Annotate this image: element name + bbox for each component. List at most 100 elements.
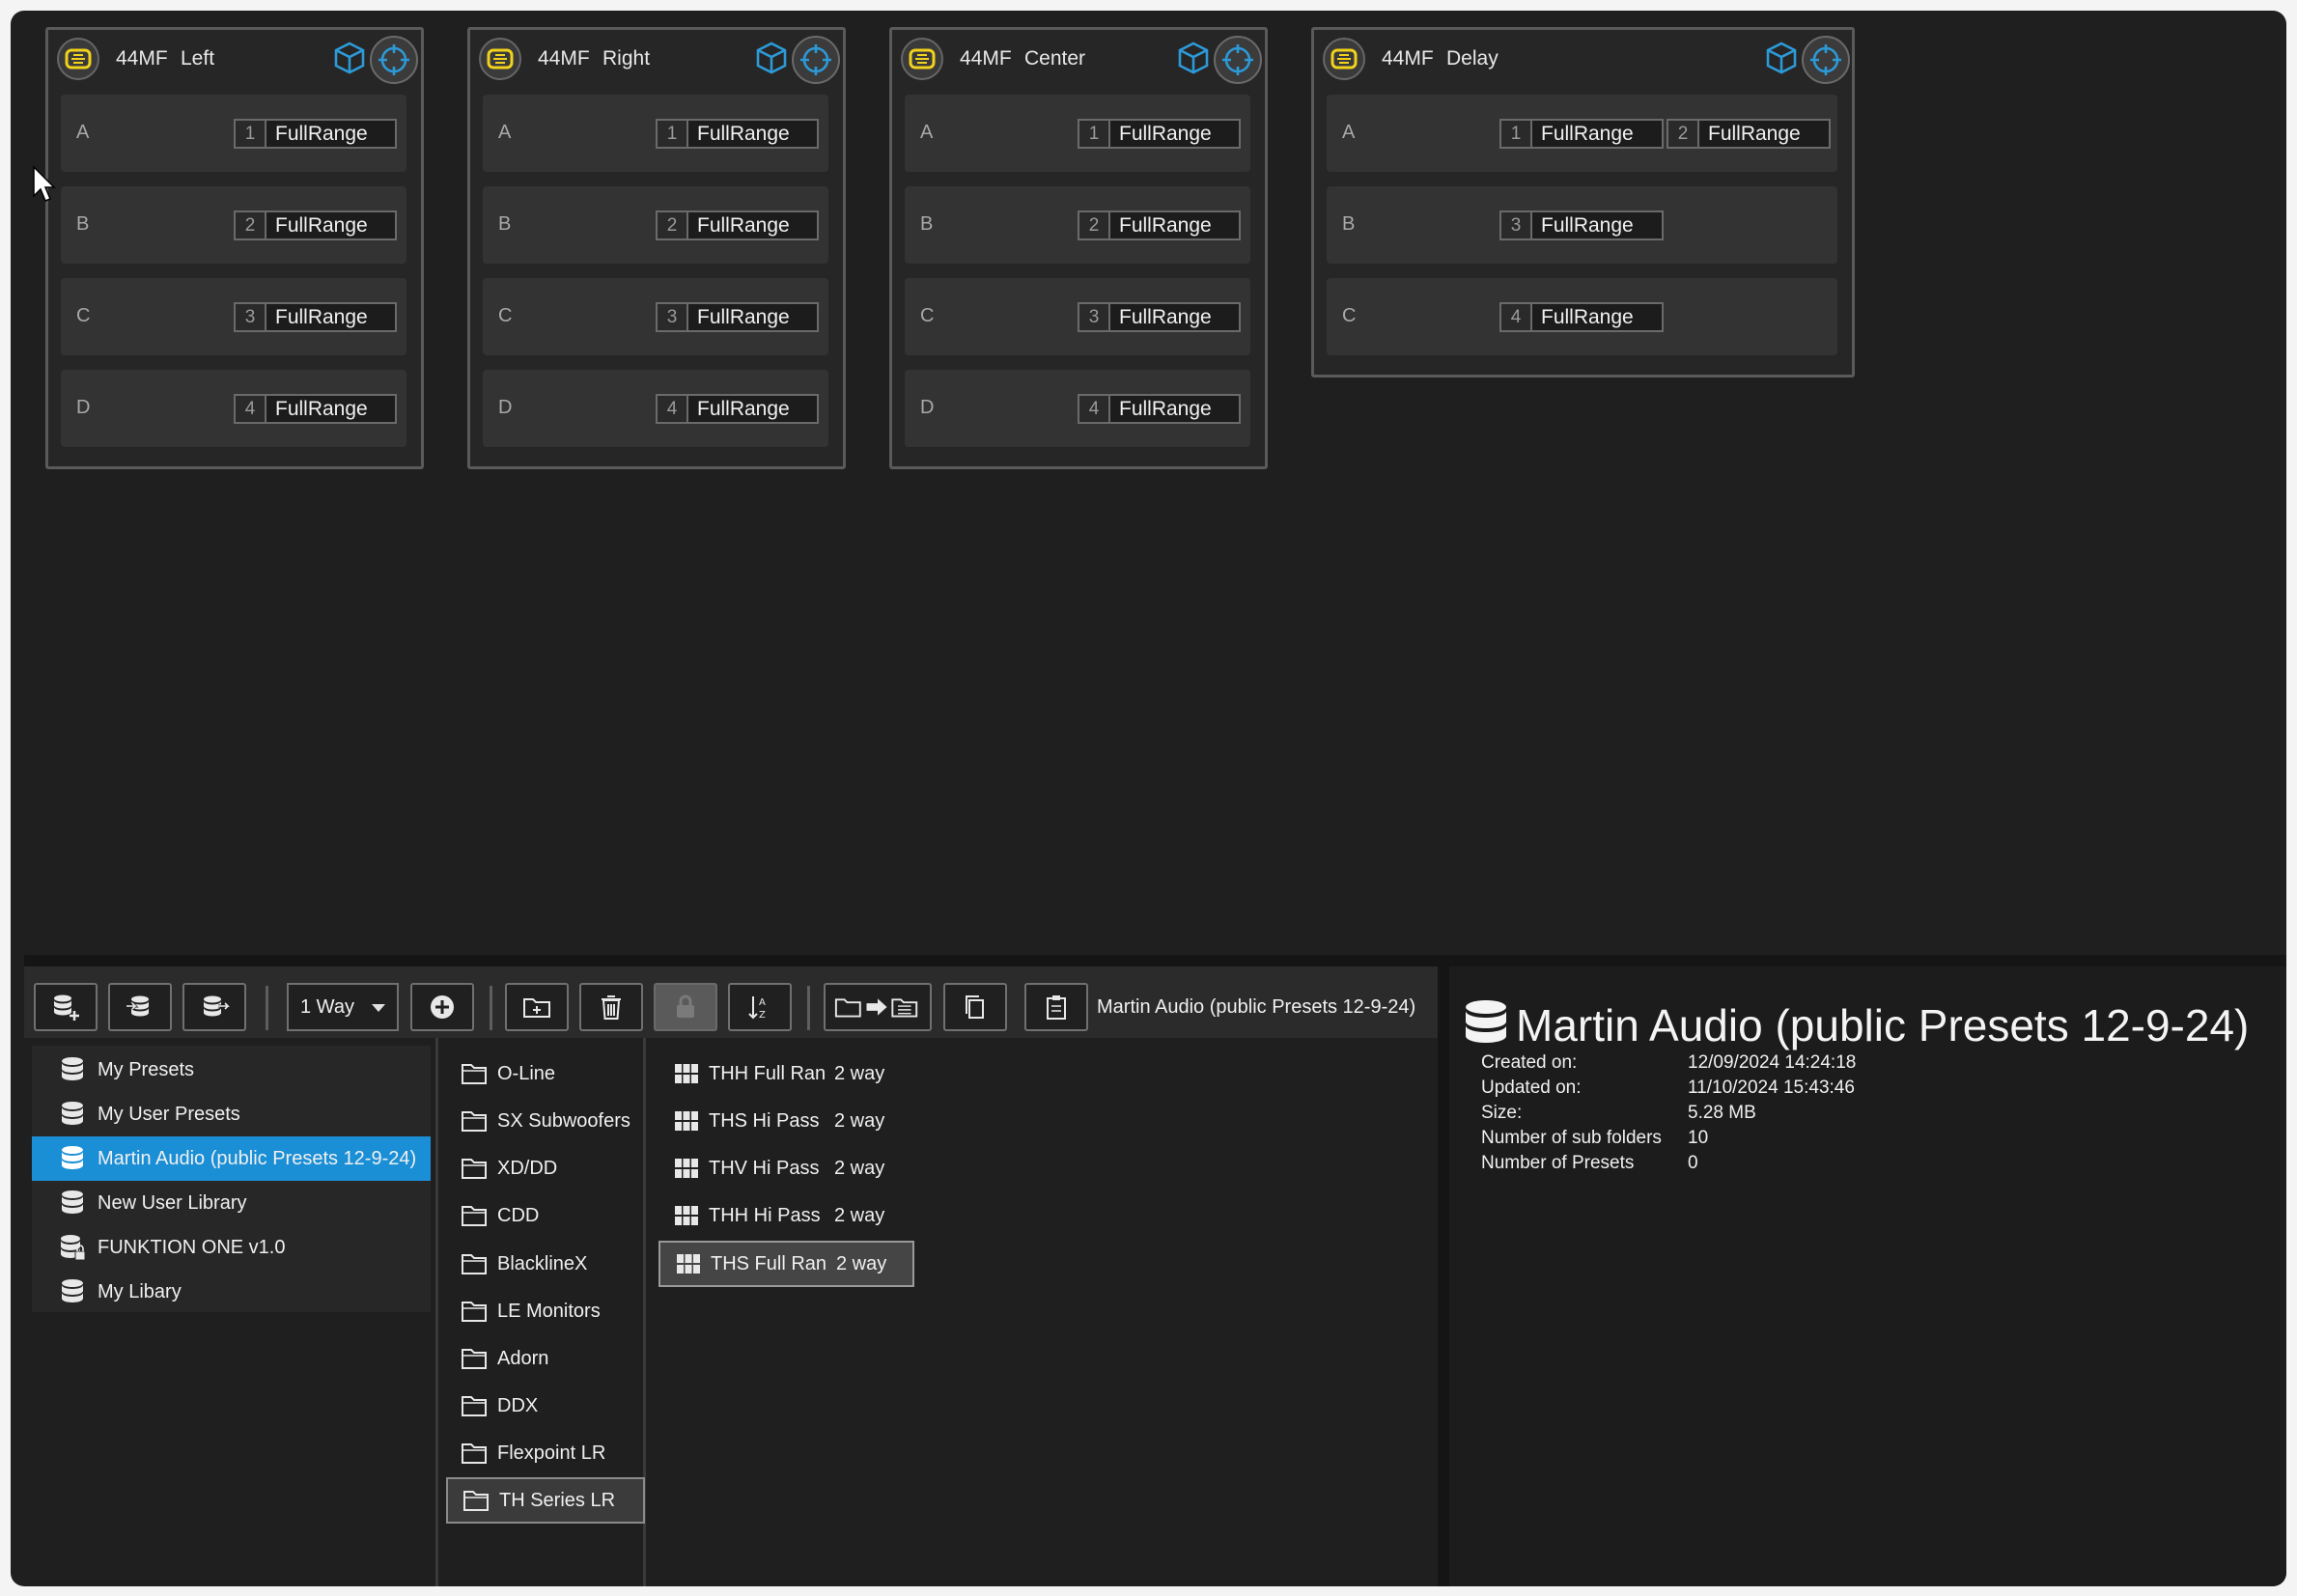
library-item[interactable]: My User Presets xyxy=(32,1092,431,1136)
amp-card-center[interactable]: 44MF Center A 1 FullRange B 2 FullRange … xyxy=(889,27,1268,469)
preset-item[interactable]: THH Full Ran 2 way xyxy=(658,1050,914,1097)
cube-icon[interactable] xyxy=(331,40,368,76)
folder-item[interactable]: XD/DD xyxy=(446,1145,645,1191)
preset-item[interactable]: THV Hi Pass 2 way xyxy=(658,1145,914,1191)
channel-row[interactable]: C 3 FullRange xyxy=(483,278,828,355)
library-item[interactable]: My Libary xyxy=(32,1270,431,1314)
channel-row[interactable]: A 1 FullRange xyxy=(905,95,1250,172)
channel-letter: A xyxy=(920,122,934,143)
locate-icon[interactable] xyxy=(792,36,840,84)
output-number: 3 xyxy=(658,304,688,330)
output-label: FullRange xyxy=(275,305,368,328)
new-folder-button[interactable] xyxy=(505,983,569,1031)
channel-row[interactable]: D 4 FullRange xyxy=(61,370,406,447)
channel-row[interactable]: C 3 FullRange xyxy=(905,278,1250,355)
output-slot[interactable]: 4 FullRange xyxy=(656,394,819,424)
output-slot[interactable]: 2 FullRange xyxy=(1078,210,1241,240)
channel-row[interactable]: C 3 FullRange xyxy=(61,278,406,355)
add-library-button[interactable] xyxy=(34,983,98,1031)
new-preset-button[interactable] xyxy=(410,983,474,1031)
preset-item-selected[interactable]: THS Full Ran 2 way xyxy=(658,1241,914,1287)
folder-item[interactable]: Flexpoint LR xyxy=(446,1430,645,1476)
folder-item[interactable]: DDX xyxy=(446,1383,645,1429)
output-number: 2 xyxy=(1079,212,1110,238)
column-divider[interactable] xyxy=(435,1038,438,1586)
channel-letter: B xyxy=(920,213,934,235)
amp-name: Right xyxy=(602,47,651,70)
preset-ways: 2 way xyxy=(836,1252,887,1274)
folder-label: CDD xyxy=(497,1204,540,1226)
amp-card-right[interactable]: 44MF Right A 1 FullRange B 2 FullRange C xyxy=(467,27,846,469)
output-slot[interactable]: 2 FullRange xyxy=(234,210,397,240)
way-count-select[interactable]: 1 Way xyxy=(287,983,399,1031)
output-slot[interactable]: 1 FullRange xyxy=(1078,119,1241,149)
output-slot[interactable]: 4 FullRange xyxy=(1078,394,1241,424)
output-slot[interactable]: 2 FullRange xyxy=(656,210,819,240)
preset-item[interactable]: THH Hi Pass 2 way xyxy=(658,1192,914,1239)
output-slot[interactable]: 1 FullRange xyxy=(656,119,819,149)
channel-row[interactable]: A 1 FullRange 2 FullRange xyxy=(1327,95,1837,172)
library-item-selected[interactable]: Martin Audio (public Presets 12-9-24) xyxy=(32,1136,431,1181)
channel-row[interactable]: A 1 FullRange xyxy=(483,95,828,172)
folder-label: Adorn xyxy=(497,1347,549,1369)
folder-label: Flexpoint LR xyxy=(497,1442,606,1464)
cube-icon[interactable] xyxy=(1175,40,1212,76)
folder-item[interactable]: O-Line xyxy=(446,1050,645,1097)
cube-icon[interactable] xyxy=(1763,40,1800,76)
channel-row[interactable]: B 2 FullRange xyxy=(905,186,1250,264)
folder-item[interactable]: LE Monitors xyxy=(446,1288,645,1334)
library-item[interactable]: FUNKTION ONE v1.0 xyxy=(32,1225,431,1270)
channel-row[interactable]: A 1 FullRange xyxy=(61,95,406,172)
channel-row[interactable]: D 4 FullRange xyxy=(483,370,828,447)
amp-card-left[interactable]: 44MF Left A 1 FullRange B 2 FullRange C … xyxy=(45,27,424,469)
library-item[interactable]: My Presets xyxy=(32,1048,431,1092)
channel-row[interactable]: D 4 FullRange xyxy=(905,370,1250,447)
channel-row[interactable]: C 4 FullRange xyxy=(1327,278,1837,355)
panel-splitter[interactable] xyxy=(24,955,2286,966)
amp-card-delay[interactable]: 44MF Delay A 1 FullRange 2 FullRange B 3… xyxy=(1311,27,1855,378)
locate-icon[interactable] xyxy=(1802,36,1850,84)
folder-item[interactable]: BlacklineX xyxy=(446,1241,645,1287)
folder-item[interactable]: Adorn xyxy=(446,1335,645,1382)
paste-button[interactable] xyxy=(1024,983,1088,1031)
mouse-cursor-icon xyxy=(33,165,56,202)
move-to-folder-button[interactable] xyxy=(824,983,932,1031)
locate-icon[interactable] xyxy=(370,36,418,84)
channel-letter: A xyxy=(1342,122,1356,143)
folder-item[interactable]: SX Subwoofers xyxy=(446,1098,645,1144)
output-slot[interactable]: 3 FullRange xyxy=(1078,302,1241,332)
lock-button[interactable] xyxy=(654,983,717,1031)
cube-icon[interactable] xyxy=(753,40,790,76)
output-label: FullRange xyxy=(1541,305,1634,328)
folder-item[interactable]: CDD xyxy=(446,1192,645,1239)
export-library-button[interactable] xyxy=(182,983,246,1031)
current-path: Martin Audio (public Presets 12-9-24) xyxy=(1097,996,1416,1018)
channel-row[interactable]: B 2 FullRange xyxy=(483,186,828,264)
output-slot[interactable]: 1 FullRange xyxy=(234,119,397,149)
output-slot[interactable]: 2 FullRange xyxy=(1667,119,1831,149)
output-slot[interactable]: 4 FullRange xyxy=(234,394,397,424)
locate-icon[interactable] xyxy=(1214,36,1262,84)
delete-button[interactable] xyxy=(579,983,643,1031)
import-library-button[interactable] xyxy=(108,983,172,1031)
output-slot[interactable]: 3 FullRange xyxy=(656,302,819,332)
trash-icon xyxy=(602,995,621,1020)
channel-row[interactable]: B 2 FullRange xyxy=(61,186,406,264)
output-number: 4 xyxy=(1079,396,1110,422)
output-slot[interactable]: 1 FullRange xyxy=(1499,119,1664,149)
channel-letter: D xyxy=(76,397,91,418)
svg-text:Z: Z xyxy=(759,1010,766,1021)
library-item[interactable]: New User Library xyxy=(32,1181,431,1225)
lock-icon xyxy=(677,994,694,1018)
folder-item-selected[interactable]: TH Series LR xyxy=(446,1477,645,1524)
amp-logo-icon xyxy=(479,38,521,80)
copy-button[interactable] xyxy=(943,983,1007,1031)
output-slot[interactable]: 4 FullRange xyxy=(1499,302,1664,332)
preset-item[interactable]: THS Hi Pass 2 way xyxy=(658,1098,914,1144)
output-slot[interactable]: 3 FullRange xyxy=(1499,210,1664,240)
output-slot[interactable]: 3 FullRange xyxy=(234,302,397,332)
toolbar-separator xyxy=(266,986,268,1030)
amp-model: 44MF xyxy=(538,47,590,70)
channel-row[interactable]: B 3 FullRange xyxy=(1327,186,1837,264)
sort-button[interactable]: AZ xyxy=(728,983,792,1031)
